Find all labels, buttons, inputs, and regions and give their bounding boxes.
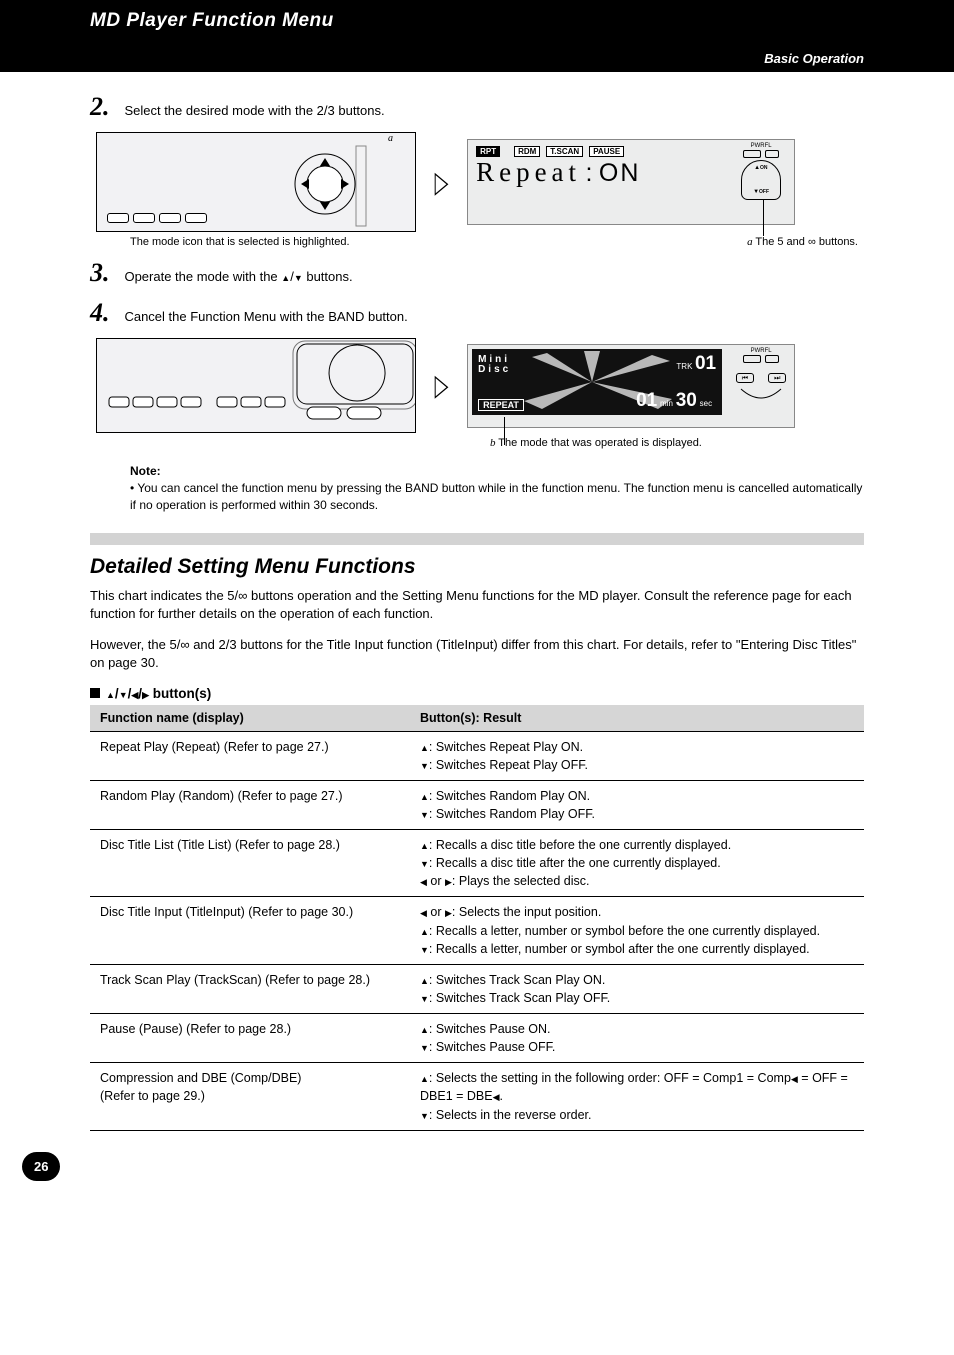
up-triangle-icon [281,269,290,284]
lcd-value: ON [599,159,641,187]
power-control-area: PWRFL ▲ON ▼OFF [732,143,790,202]
lcd-display-repeat: RPT RDM T.SCAN PAUSE Repeat : ON PWRFL [467,139,795,225]
sec-label: sec [700,399,712,408]
note-label: Note: [130,464,161,478]
flow-arrow-icon: ▷ [435,165,449,200]
table-title-row: /// 5/∞/2/3 button(s) button(s) [90,686,864,701]
on-off-rocker: ▲ON ▼OFF [741,160,781,200]
step-number: 2. [90,92,120,122]
step-text: Select the desired mode with the 2/3 but… [124,103,384,118]
trk-value: 01 [695,353,716,374]
note-block: Note: • You can cancel the function menu… [130,463,864,513]
cell-function-name: Disc Title Input (TitleInput) (Refer to … [90,897,410,964]
dark-lcd: Mini Disc TRK 01 [472,349,722,415]
lcd-display-play: Mini Disc TRK 01 [467,344,795,428]
step-3: 3. Operate the mode with the / buttons. [90,258,864,288]
badge-tscan: T.SCAN [546,146,583,157]
cell-operation: : Switches Random Play ON.: Switches Ran… [410,780,864,829]
pwr-button-small [743,355,761,363]
cell-function-name: Random Play (Random) (Refer to page 27.) [90,780,410,829]
step-number: 3. [90,258,120,288]
table-row: Random Play (Random) (Refer to page 27.)… [90,780,864,829]
table-row: Disc Title Input (TitleInput) (Refer to … [90,897,864,964]
figure-step-2: a ▷ [96,132,864,232]
sec-value: 30 [676,390,697,411]
section-title: MD Player Function Menu [90,10,934,32]
preset-buttons [107,213,207,223]
leader-line [504,417,505,445]
cell-function-name: Disc Title List (Title List) (Refer to p… [90,830,410,897]
step-2: 2. Select the desired mode with the 2/3 … [90,92,864,122]
seek-buttons: ⏮ ⏭ [732,367,790,403]
lcd-mode-name: Repeat [476,157,581,187]
pwr-button-small [743,150,761,158]
step-text: Cancel the Function Menu with the BAND b… [124,309,407,324]
device-illustration: a [96,132,416,232]
cell-function-name: Repeat Play (Repeat) (Refer to page 27.) [90,731,410,780]
down-triangle-icon [294,269,303,284]
up-on-icon: ▲ON [754,165,767,171]
callout-b-text: The mode that was operated is displayed. [498,437,702,449]
callout-label-a: a [388,133,393,144]
power-control-area-2: PWRFL [732,348,790,363]
device-illustration-2 [96,338,416,433]
down-off-icon: ▼OFF [753,189,769,195]
pwrfl-label: PWRFL [732,348,790,354]
table-title: /// 5/∞/2/3 button(s) button(s) [106,686,211,701]
table-row: Pause (Pause) (Refer to page 28.): Switc… [90,1014,864,1063]
min-label: min [660,399,673,408]
section-divider [90,533,864,545]
lcd-mode-badges: RPT RDM T.SCAN PAUSE [476,146,734,157]
min-value: 01 [636,390,657,411]
table-row: Disc Title List (Title List) (Refer to p… [90,830,864,897]
detailed-heading: Detailed Setting Menu Functions [90,555,864,579]
lcd-repeat-badge: REPEAT [478,399,524,411]
function-table: Function name (display) Button(s): Resul… [90,705,864,1131]
square-bullet-icon [90,688,100,698]
seek-arc-icon [737,387,785,403]
cell-function-name: Pause (Pause) (Refer to page 28.) [90,1014,410,1063]
dpad-illustration [293,138,373,232]
cell-operation: : Switches Track Scan Play ON.: Switches… [410,964,864,1013]
page-header: MD Player Function Menu Basic Operation [0,0,954,72]
detailed-intro-1: This chart indicates the 5/∞ buttons ope… [90,587,864,622]
step-4: 4. Cancel the Function Menu with the BAN… [90,298,864,328]
trk-label: TRK [676,362,692,371]
col-function-name: Function name (display) [90,705,410,732]
badge-rdm: RDM [514,146,540,157]
callout-b-ref: b [490,437,498,449]
note-text: You can cancel the function menu by pres… [130,481,862,512]
table-row: Track Scan Play (TrackScan) (Refer to pa… [90,964,864,1013]
step-text: Operate the mode with the / buttons. [124,269,352,284]
step-number: 4. [90,298,120,328]
cell-operation: : Switches Repeat Play ON.: Switches Rep… [410,731,864,780]
table-row: Compression and DBE (Comp/DBE) (Refer to… [90,1063,864,1130]
cell-function-name: Compression and DBE (Comp/DBE) (Refer to… [90,1063,410,1130]
col-buttons-result: Button(s): Result [410,705,864,732]
page-number: 26 [22,1152,60,1181]
detailed-intro-2: However, the 5/∞ and 2/3 buttons for the… [90,636,864,671]
table-row: Repeat Play (Repeat) (Refer to page 27.)… [90,731,864,780]
pwr-button-small [765,150,779,158]
section-subtitle: Basic Operation [764,51,864,66]
flow-arrow-icon: ▷ [435,368,449,403]
cell-operation: : Switches Pause ON.: Switches Pause OFF… [410,1014,864,1063]
pwr-button-small [765,355,779,363]
figure-caption-left: The mode icon that is selected is highli… [130,236,350,248]
cell-operation: or : Selects the input position.: Recall… [410,897,864,964]
lcd-colon: : [586,159,595,187]
pwrfl-label: PWRFL [732,143,790,149]
callout-a-text: The 5 and ∞ buttons. [755,236,858,248]
seek-back-icon: ⏮ [736,373,754,383]
badge-pause: PAUSE [589,146,624,157]
badge-rpt: RPT [476,146,500,157]
figure-step-4: ▷ Mini Disc [96,338,864,433]
cell-operation: : Selects the setting in the following o… [410,1063,864,1130]
lcd-main-line: Repeat : ON [476,157,734,188]
cell-function-name: Track Scan Play (TrackScan) (Refer to pa… [90,964,410,1013]
device-svg-2 [97,339,416,433]
cell-operation: : Recalls a disc title before the one cu… [410,830,864,897]
leader-line [763,200,764,236]
seek-fwd-icon: ⏭ [768,373,786,383]
